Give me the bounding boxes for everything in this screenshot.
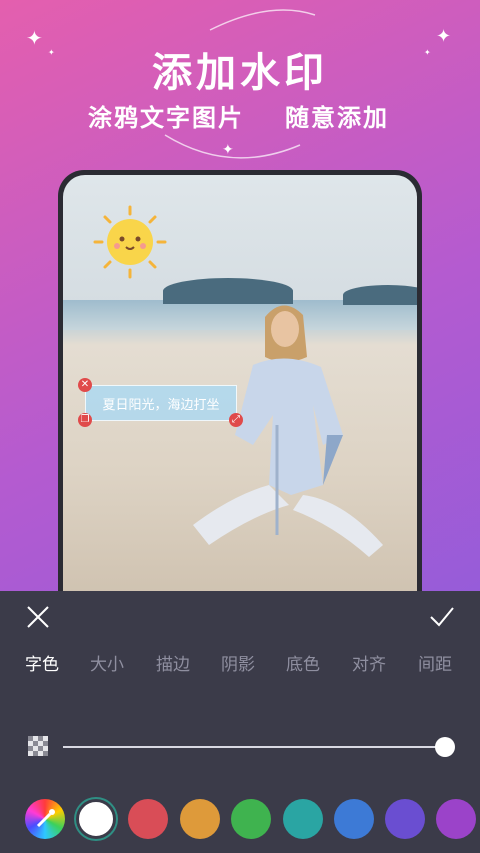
tab-stroke[interactable]: 描边	[156, 650, 190, 675]
text-watermark[interactable]: 夏日阳光，海边打坐	[85, 385, 237, 421]
resize-watermark-handle[interactable]: ⤢	[229, 413, 243, 427]
sun-sticker[interactable]	[93, 205, 167, 279]
check-icon[interactable]	[428, 603, 456, 631]
color-swatch-indigo[interactable]	[385, 799, 425, 839]
person-figure	[193, 305, 383, 557]
color-swatch-purple[interactable]	[436, 799, 476, 839]
promo-headline: 添加水印	[152, 50, 328, 96]
tab-alignment[interactable]: 对齐	[352, 650, 386, 675]
promo-subline-left: 涂鸦文字图片	[88, 104, 244, 132]
text-style-panel: 字色 大小 描边 阴影 底色 对齐 间距	[0, 591, 480, 853]
color-swatch-red[interactable]	[128, 799, 168, 839]
watermark-text: 夏日阳光，海边打坐	[102, 397, 220, 413]
color-swatch-teal[interactable]	[283, 799, 323, 839]
style-tabs: 字色 大小 描边 阴影 底色 对齐 间距	[0, 650, 480, 675]
color-picker-button[interactable]	[25, 799, 65, 839]
opacity-slider-track[interactable]	[63, 746, 445, 748]
tab-shadow[interactable]: 阴影	[221, 650, 255, 675]
color-swatch-blue[interactable]	[334, 799, 374, 839]
tab-background-color[interactable]: 底色	[286, 650, 320, 675]
tab-text-color[interactable]: 字色	[25, 650, 59, 675]
promo-subline-right: 随意添加	[285, 104, 389, 132]
opacity-slider-thumb[interactable]	[435, 737, 455, 757]
color-swatch-white[interactable]	[76, 799, 116, 839]
copy-watermark-button[interactable]: ❐	[78, 413, 92, 427]
color-swatch-green[interactable]	[231, 799, 271, 839]
close-icon[interactable]	[24, 603, 52, 631]
tab-size[interactable]: 大小	[90, 650, 124, 675]
photo-canvas[interactable]: 夏日阳光，海边打坐 ✕ ❐ ⤢	[63, 175, 417, 600]
eyedropper-icon	[36, 809, 55, 828]
transparency-icon	[28, 736, 48, 756]
phone-frame: 夏日阳光，海边打坐 ✕ ❐ ⤢	[58, 170, 422, 600]
sparkle-icon: ✦	[222, 142, 234, 158]
promo-header: ✦ ✦ ✦ ✦ ✦ 添加水印 涂鸦文字图片 随意添加	[0, 0, 480, 170]
tab-spacing[interactable]: 间距	[418, 650, 452, 675]
color-swatch-orange[interactable]	[180, 799, 220, 839]
delete-watermark-button[interactable]: ✕	[78, 378, 92, 392]
color-swatches	[0, 799, 480, 839]
